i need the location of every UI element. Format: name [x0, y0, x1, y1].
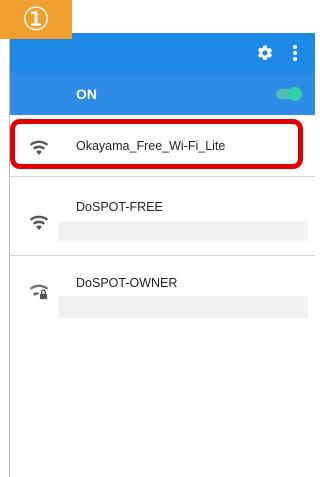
- wifi-icon: [29, 215, 49, 231]
- wifi-toggle-switch[interactable]: [276, 87, 302, 101]
- network-item-dospot-free[interactable]: DoSPOT-FREE: [10, 177, 315, 255]
- wifi-status-label: ON: [76, 86, 97, 102]
- wifi-toggle-row[interactable]: ON: [10, 73, 315, 115]
- network-item-dospot-owner[interactable]: DoSPOT-OWNER: [10, 256, 315, 320]
- step-number-badge: ①: [0, 0, 72, 39]
- network-ssid: DoSPOT-FREE: [76, 200, 163, 214]
- highlight-frame: [10, 119, 303, 169]
- gear-icon[interactable]: [256, 44, 274, 62]
- wifi-lock-icon: [29, 284, 49, 300]
- network-ssid: DoSPOT-OWNER: [76, 276, 178, 290]
- app-bar: [10, 33, 315, 73]
- wifi-settings-screen: ON Okayama_Free_Wi-Fi_Lite DoSPOT-FREE D…: [9, 5, 315, 477]
- more-vert-icon[interactable]: [292, 45, 298, 61]
- network-subtext-area: [58, 296, 308, 318]
- network-subtext-area: [58, 221, 308, 241]
